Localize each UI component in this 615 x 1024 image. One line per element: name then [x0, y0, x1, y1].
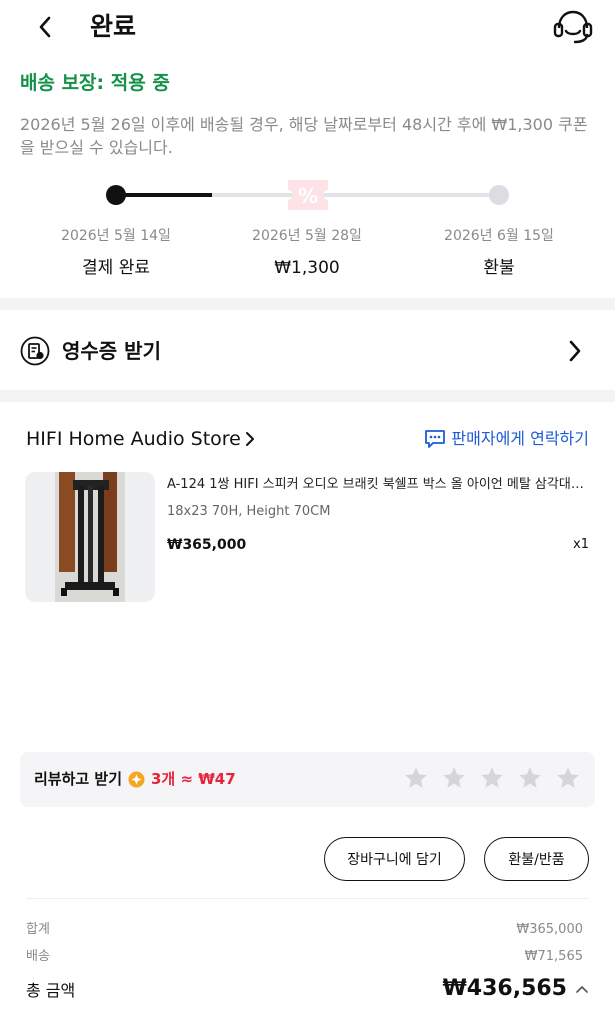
product-price: ₩365,000	[167, 537, 247, 553]
section-divider	[0, 298, 615, 310]
stage-label: 환불	[483, 258, 515, 278]
review-reward-amount: 3개 ≈ ₩47	[151, 770, 236, 788]
stage-label: 결제 완료	[82, 258, 150, 278]
review-reward-label: 리뷰하고 받기	[34, 770, 123, 788]
add-to-cart-button[interactable]: 장바구니에 담기	[324, 837, 465, 881]
receipt-icon	[20, 336, 50, 366]
progress-stage-refund: 2026년 6월 15일 환불	[419, 226, 579, 280]
stage-date: 2026년 6월 15일	[444, 228, 554, 244]
total-row[interactable]: 총 금액 ₩436,565	[26, 976, 589, 1001]
shipping-row: 배송 ₩71,565	[26, 947, 583, 967]
progress-stage-coupon: 2026년 5월 28일 ₩1,300	[227, 226, 387, 280]
stage-label: ₩1,300	[274, 258, 340, 278]
star-icon[interactable]	[441, 765, 467, 791]
total-label: 총 금액	[26, 980, 76, 1000]
store-name: HIFI Home Audio Store	[26, 428, 241, 450]
shipping-value: ₩71,565	[524, 949, 583, 964]
chevron-left-icon	[39, 16, 51, 38]
refund-return-button[interactable]: 환불/반품	[484, 837, 589, 881]
star-icon[interactable]	[479, 765, 505, 791]
get-receipt-label: 영수증 받기	[62, 339, 161, 363]
shipping-label: 배송	[26, 949, 50, 964]
product-quantity: x1	[573, 537, 589, 552]
subtotal-label: 합계	[26, 922, 50, 937]
divider	[26, 898, 589, 899]
chevron-right-icon	[567, 339, 583, 363]
coin-icon	[128, 771, 145, 788]
contact-seller-link[interactable]: 판매자에게 연락하기	[424, 426, 589, 452]
chat-icon	[425, 430, 446, 448]
stage-date: 2026년 5월 28일	[252, 228, 362, 244]
page-title: 완료	[90, 12, 137, 41]
star-icon[interactable]	[555, 765, 581, 791]
product-title[interactable]: A-124 1쌍 HIFI 스피커 오디오 브래킷 북쉘프 박스 올 아이언 메…	[167, 475, 587, 495]
back-button[interactable]	[30, 10, 60, 44]
get-receipt-row[interactable]: 영수증 받기	[0, 312, 615, 390]
chevron-up-icon[interactable]	[575, 984, 589, 994]
progress-dot-paid	[106, 185, 126, 205]
product-image[interactable]	[25, 472, 155, 602]
section-divider	[0, 390, 615, 402]
product-variant: 18x23 70H, Height 70CM	[167, 504, 331, 519]
headset-icon	[553, 10, 593, 44]
coupon-icon: %	[285, 178, 331, 212]
delivery-guarantee-status: 배송 보장: 적용 중	[20, 72, 170, 94]
subtotal-value: ₩365,000	[516, 922, 583, 937]
svg-text:%: %	[298, 184, 318, 208]
progress-track-fill	[116, 193, 212, 197]
star-icon[interactable]	[403, 765, 429, 791]
chevron-right-icon	[245, 432, 254, 446]
order-progress-tracker: % 2026년 5월 14일 결제 완료 2026년 5월 28일 ₩1,300…	[0, 170, 615, 280]
progress-stage-paid: 2026년 5월 14일 결제 완료	[36, 226, 196, 280]
contact-seller-label: 판매자에게 연락하기	[451, 429, 589, 448]
header: 완료	[0, 0, 615, 56]
rating-stars	[403, 765, 581, 791]
customer-support-button[interactable]	[553, 8, 593, 46]
progress-dot-refund	[489, 185, 509, 205]
total-value: ₩436,565	[442, 976, 567, 1001]
star-icon[interactable]	[517, 765, 543, 791]
delivery-guarantee-description: 2026년 5월 26일 이후에 배송될 경우, 해당 날짜로부터 48시간 후…	[20, 115, 588, 157]
review-reward-bar: 리뷰하고 받기 3개 ≈ ₩47	[20, 752, 595, 807]
total-amount: ₩436,565	[443, 976, 589, 1001]
subtotal-row: 합계 ₩365,000	[26, 920, 583, 940]
store-link[interactable]: HIFI Home Audio Store	[26, 426, 256, 452]
stage-date: 2026년 5월 14일	[61, 228, 171, 244]
